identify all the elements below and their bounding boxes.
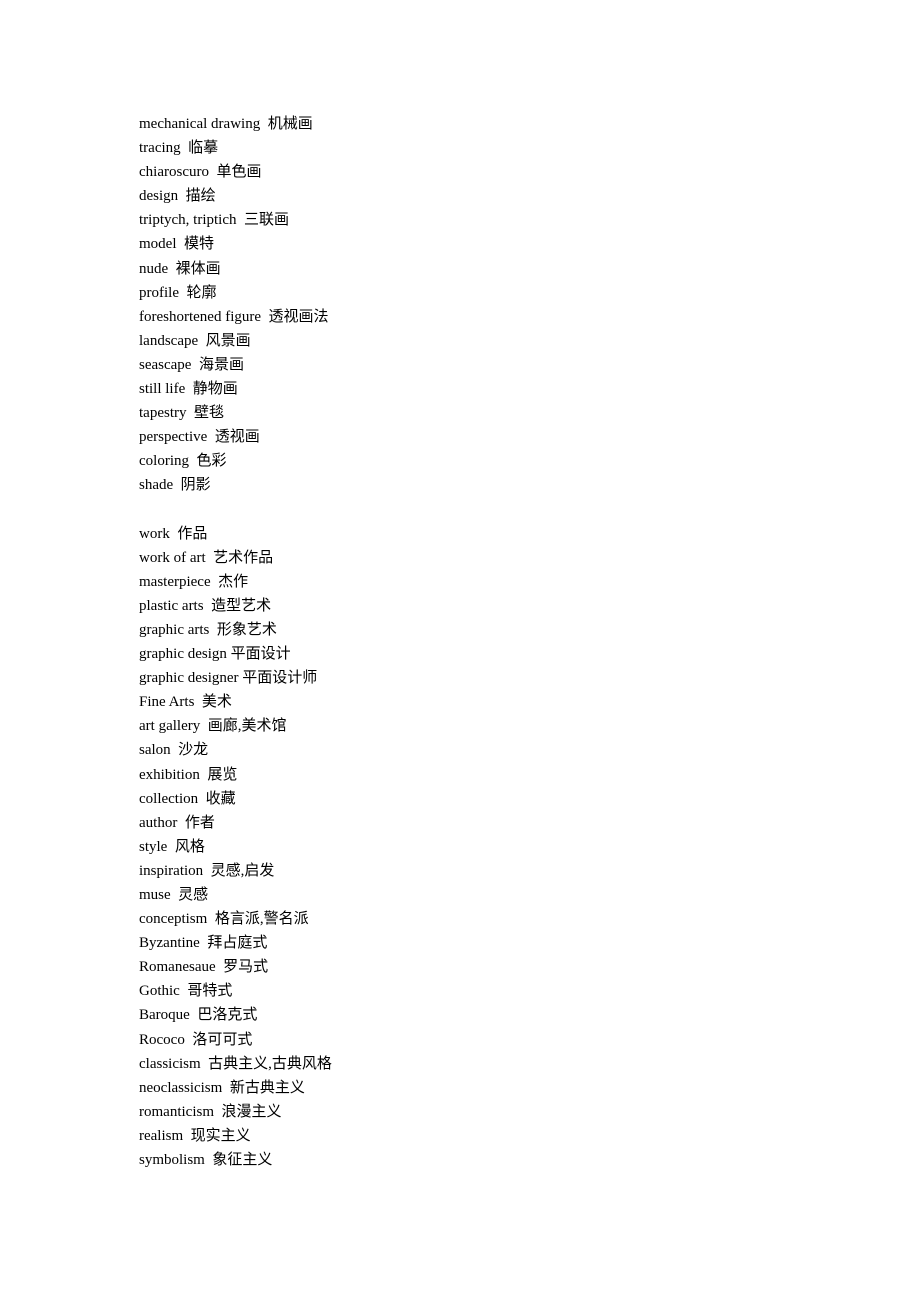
vocabulary-entry: graphic design 平面设计	[139, 646, 291, 663]
vocabulary-entry: graphic arts 形象艺术	[139, 621, 277, 638]
vocabulary-entry: conceptism 格言派,警名派	[139, 911, 309, 928]
vocabulary-entry: Fine Arts 美术	[139, 694, 232, 711]
vocabulary-entry: triptych, triptich 三联画	[139, 212, 289, 229]
vocabulary-entry: plastic arts 造型艺术	[139, 597, 272, 614]
vocabulary-entry: inspiration 灵感,启发	[139, 862, 275, 879]
vocabulary-entry: landscape 风景画	[139, 332, 251, 349]
vocabulary-entry: perspective 透视画	[139, 429, 260, 446]
vocabulary-list: mechanical drawing 机械画 tracing 临摹 chiarosc…	[139, 112, 332, 1172]
vocabulary-entry: work of art 艺术作品	[139, 549, 274, 566]
vocabulary-entry: graphic designer 平面设计师	[139, 670, 318, 687]
vocabulary-entry: collection 收藏	[139, 790, 236, 807]
vocabulary-entry: work 作品	[139, 525, 208, 542]
vocabulary-entry: mechanical drawing 机械画	[139, 116, 313, 132]
vocabulary-entry: profile 轮廓	[139, 284, 217, 301]
vocabulary-entry: style 风格	[139, 838, 205, 855]
vocabulary-entry: chiaroscuro 单色画	[139, 164, 262, 181]
vocabulary-entry: symbolism 象征主义	[139, 1152, 273, 1169]
vocabulary-entry: author 作者	[139, 814, 215, 831]
vocabulary-entry: realism 现实主义	[139, 1127, 251, 1144]
vocabulary-entry: coloring 色彩	[139, 453, 227, 470]
vocabulary-entry: still life 静物画	[139, 381, 238, 398]
group-separator	[139, 498, 332, 522]
vocabulary-entry: seascape 海景画	[139, 356, 244, 373]
vocabulary-entry: salon 沙龙	[139, 742, 209, 759]
vocabulary-entry: tapestry 壁毯	[139, 405, 224, 422]
vocabulary-entry: Gothic 哥特式	[139, 983, 233, 1000]
vocabulary-entry: muse 灵感	[139, 887, 209, 903]
vocabulary-entry: neoclassicism 新古典主义	[139, 1079, 305, 1096]
vocabulary-entry: classicism 古典主义,古典风格	[139, 1055, 332, 1072]
vocabulary-entry: Baroque 巴洛克式	[139, 1007, 258, 1024]
vocabulary-entry: masterpiece 杰作	[139, 573, 249, 590]
vocabulary-entry: romanticism 浪漫主义	[139, 1103, 282, 1120]
vocabulary-entry: art gallery 画廊,美术馆	[139, 718, 287, 735]
vocabulary-entry: Rococo 洛可可式	[139, 1031, 253, 1048]
vocabulary-entry: exhibition 展览	[139, 766, 238, 783]
vocabulary-entry: foreshortened figure 透视画法	[139, 308, 329, 325]
vocabulary-entry: design 描绘	[139, 188, 216, 205]
vocabulary-entry: Romanesaue 罗马式	[139, 959, 269, 976]
vocabulary-entry: tracing 临摹	[139, 140, 219, 157]
vocabulary-entry: model 模特	[139, 236, 214, 253]
vocabulary-entry: nude 裸体画	[139, 260, 221, 277]
vocabulary-entry: shade 阴影	[139, 477, 211, 494]
vocabulary-entry: Byzantine 拜占庭式	[139, 935, 268, 952]
